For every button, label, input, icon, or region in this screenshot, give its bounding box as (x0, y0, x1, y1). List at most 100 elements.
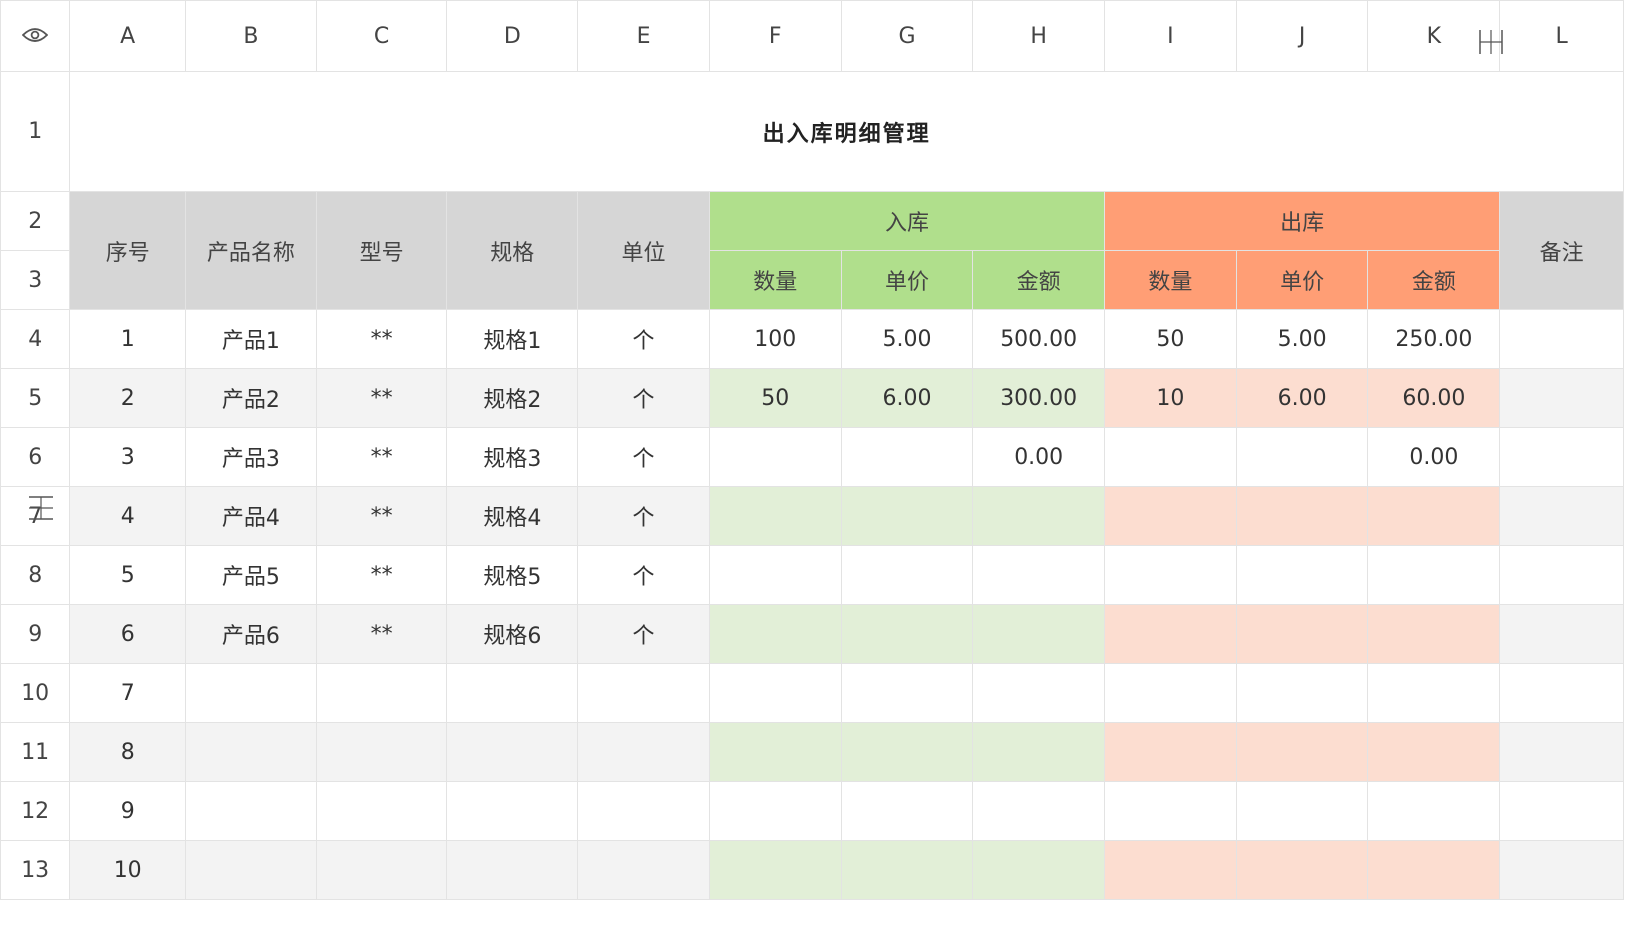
cell-inbound-qty[interactable] (708, 781, 842, 841)
header-unit[interactable]: 单位 (577, 191, 710, 310)
cell-outbound-qty[interactable] (1104, 427, 1237, 487)
header-model[interactable]: 型号 (315, 191, 448, 310)
cell-outbound-price[interactable] (1235, 427, 1369, 487)
cell-outbound-amount[interactable]: 250.00 (1367, 309, 1501, 369)
column-header-f[interactable]: F (708, 0, 842, 72)
cell-outbound-price[interactable] (1235, 545, 1369, 605)
cell-product-name[interactable] (185, 722, 317, 782)
cell-seq[interactable]: 4 (69, 486, 187, 546)
row-header-3[interactable]: 3 (0, 250, 71, 310)
header-outbound[interactable]: 出库 (1104, 191, 1501, 251)
cell-inbound-price[interactable] (840, 663, 974, 723)
cell-outbound-price[interactable] (1235, 840, 1369, 900)
cell-seq[interactable]: 5 (69, 545, 187, 605)
cell-product-name[interactable] (185, 840, 317, 900)
cell-remark[interactable] (1499, 486, 1624, 546)
cell-seq[interactable]: 10 (69, 840, 187, 900)
cell-outbound-amount[interactable] (1367, 663, 1501, 723)
cell-outbound-amount[interactable] (1367, 781, 1501, 841)
cell-remark[interactable] (1499, 604, 1624, 664)
cell-outbound-price[interactable] (1235, 722, 1369, 782)
column-header-l[interactable]: L (1499, 0, 1624, 72)
cell-unit[interactable]: 个 (577, 309, 710, 369)
cell-inbound-amount[interactable]: 500.00 (972, 309, 1106, 369)
cell-inbound-price[interactable]: 5.00 (840, 309, 974, 369)
cell-outbound-qty[interactable] (1104, 722, 1237, 782)
cell-outbound-amount[interactable] (1367, 486, 1501, 546)
cell-inbound-amount[interactable] (972, 840, 1106, 900)
cell-outbound-qty[interactable] (1104, 545, 1237, 605)
cell-product-name[interactable]: 产品3 (185, 427, 317, 487)
row-header-13[interactable]: 13 (0, 840, 71, 900)
header-remark[interactable]: 备注 (1499, 191, 1624, 310)
cell-inbound-qty[interactable] (708, 427, 842, 487)
cell-inbound-price[interactable] (840, 781, 974, 841)
cell-inbound-qty[interactable] (708, 663, 842, 723)
cell-unit[interactable] (577, 781, 710, 841)
cell-outbound-price[interactable] (1235, 604, 1369, 664)
column-header-e[interactable]: E (577, 0, 710, 72)
cell-seq[interactable]: 6 (69, 604, 187, 664)
cell-outbound-amount[interactable] (1367, 604, 1501, 664)
row-header-4[interactable]: 4 (0, 309, 71, 369)
column-header-d[interactable]: D (446, 0, 579, 72)
cell-remark[interactable] (1499, 840, 1624, 900)
cell-remark[interactable] (1499, 309, 1624, 369)
cell-inbound-amount[interactable] (972, 722, 1106, 782)
cell-product-name[interactable] (185, 781, 317, 841)
row-header-6[interactable]: 6 (0, 427, 71, 487)
cell-inbound-price[interactable]: 6.00 (840, 368, 974, 428)
cell-inbound-amount[interactable] (972, 663, 1106, 723)
cell-seq[interactable]: 1 (69, 309, 187, 369)
cell-outbound-qty[interactable]: 50 (1104, 309, 1237, 369)
row-header-9[interactable]: 9 (0, 604, 71, 664)
column-header-a[interactable]: A (69, 0, 187, 72)
eye-icon[interactable] (22, 27, 49, 43)
sheet-title[interactable]: 出入库明细管理 (69, 71, 1624, 192)
cell-outbound-price[interactable] (1235, 486, 1369, 546)
row-header-11[interactable]: 11 (0, 722, 71, 782)
cell-product-name[interactable]: 产品4 (185, 486, 317, 546)
cell-seq[interactable]: 9 (69, 781, 187, 841)
cell-unit[interactable] (577, 663, 710, 723)
cell-inbound-price[interactable] (840, 604, 974, 664)
cell-remark[interactable] (1499, 781, 1624, 841)
row-header-10[interactable]: 10 (0, 663, 71, 723)
cell-inbound-amount[interactable]: 300.00 (972, 368, 1106, 428)
column-header-h[interactable]: H (972, 0, 1106, 72)
cell-outbound-amount[interactable] (1367, 840, 1501, 900)
row-header-12[interactable]: 12 (0, 781, 71, 841)
cell-remark[interactable] (1499, 545, 1624, 605)
header-outbound-price[interactable]: 单价 (1235, 250, 1369, 310)
column-header-i[interactable]: I (1104, 0, 1237, 72)
cell-outbound-qty[interactable] (1104, 486, 1237, 546)
cell-product-name[interactable] (185, 663, 317, 723)
cell-model[interactable]: ** (315, 368, 448, 428)
cell-inbound-qty[interactable]: 50 (708, 368, 842, 428)
cell-outbound-price[interactable] (1235, 663, 1369, 723)
cell-product-name[interactable]: 产品1 (185, 309, 317, 369)
cell-inbound-qty[interactable] (708, 604, 842, 664)
header-seq[interactable]: 序号 (69, 191, 187, 310)
cell-spec[interactable]: 规格6 (446, 604, 579, 664)
cell-seq[interactable]: 3 (69, 427, 187, 487)
cell-spec[interactable]: 规格2 (446, 368, 579, 428)
cell-outbound-amount[interactable] (1367, 545, 1501, 605)
cell-inbound-qty[interactable] (708, 486, 842, 546)
cell-outbound-qty[interactable] (1104, 781, 1237, 841)
header-spec[interactable]: 规格 (446, 191, 579, 310)
cell-inbound-price[interactable] (840, 427, 974, 487)
cell-outbound-amount[interactable]: 0.00 (1367, 427, 1501, 487)
column-header-k[interactable]: K (1367, 0, 1501, 72)
cell-spec[interactable]: 规格3 (446, 427, 579, 487)
row-header-7[interactable]: 7 (0, 486, 71, 546)
cell-model[interactable]: ** (315, 604, 448, 664)
cell-model[interactable]: ** (315, 545, 448, 605)
cell-spec[interactable]: 规格4 (446, 486, 579, 546)
cell-model[interactable]: ** (315, 427, 448, 487)
cell-unit[interactable]: 个 (577, 368, 710, 428)
cell-model[interactable]: ** (315, 486, 448, 546)
row-header-5[interactable]: 5 (0, 368, 71, 428)
cell-unit[interactable] (577, 722, 710, 782)
row-header-2[interactable]: 2 (0, 191, 71, 251)
